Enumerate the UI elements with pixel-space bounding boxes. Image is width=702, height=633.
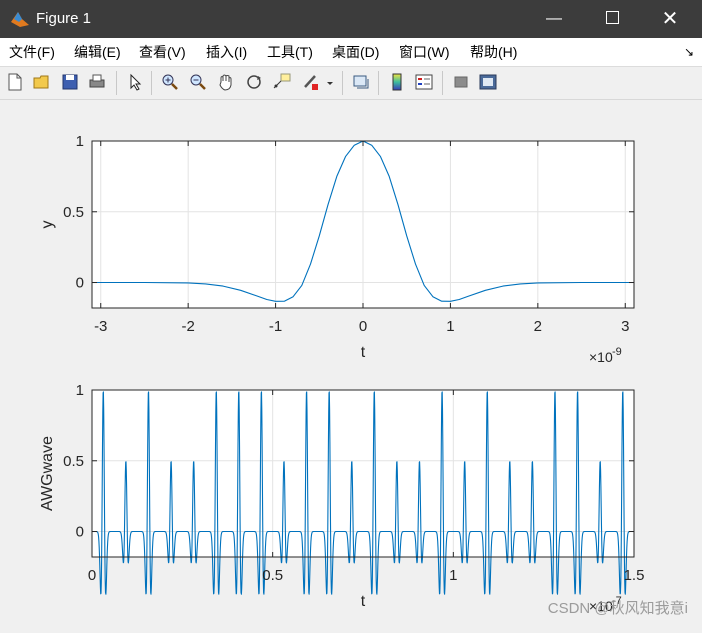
menu-view[interactable]: 查看(V) [139,44,186,60]
link-plot-icon[interactable] [351,72,371,92]
toolbar-separator [116,71,117,95]
pan-hand-icon[interactable] [216,72,236,92]
edit-plot-arrow-icon[interactable] [125,72,145,92]
show-plot-tools-icon[interactable] [478,72,498,92]
open-file-icon[interactable] [32,72,52,92]
top-y-axis-label: y [39,221,56,229]
insert-colorbar-icon[interactable] [387,72,407,92]
print-icon[interactable] [87,72,107,92]
top-y-tick-label: 0 [76,275,84,292]
menu-tools[interactable]: 工具(T) [267,44,313,60]
bottom-y-tick-label: 0 [76,524,84,541]
insert-legend-icon[interactable] [414,72,434,92]
minimize-button[interactable]: — [526,0,582,38]
zoom-out-icon[interactable] [188,72,208,92]
menu-insert[interactable]: 插入(I) [206,44,247,60]
top-x-tick-label: 3 [621,318,629,335]
maximize-button[interactable] [584,0,640,38]
brush-dropdown-icon[interactable] [324,72,336,92]
menu-edit[interactable]: 编辑(E) [74,44,121,60]
top-y-tick-label: 0.5 [63,204,84,221]
top-x-tick-label: 0 [359,318,367,335]
bottom-y-axis-label: AWGwave [39,436,56,511]
window-title: Figure 1 [36,10,92,27]
hide-plot-tools-icon[interactable] [451,72,471,92]
menu-window[interactable]: 窗口(W) [399,44,450,60]
top-x-exponent-power: -9 [612,346,622,358]
toolbar-separator [442,71,443,95]
bottom-x-axis-label: t [361,593,366,610]
top-x-axis-label: t [361,344,366,361]
figure-svg: -3 -2 -1 0 1 2 3 0 0.5 1 t y ×10 -9 0 0.5 1 1.5 0 0.5 1 t AWGw… [39,133,645,614]
bottom-x-tick-label: 1 [449,567,457,584]
matlab-logo-icon [11,12,29,27]
bottom-y-tick-label: 0.5 [63,453,84,470]
menu-help[interactable]: 帮助(H) [470,44,517,60]
menu-overflow-icon[interactable]: ↘ [684,45,694,59]
bottom-x-tick-label: 1.5 [624,567,645,584]
brush-icon[interactable] [300,72,320,92]
bottom-y-tick-label: 1 [76,382,84,399]
watermark-text: CSDN @秋风知我意i [547,600,688,617]
top-x-tick-label: -2 [181,318,194,335]
toolbar-separator [151,71,152,95]
top-x-exponent-base: ×10 [589,349,613,365]
bottom-x-tick-label: 0.5 [262,567,283,584]
menu-file[interactable]: 文件(F) [9,44,55,60]
data-cursor-icon[interactable] [272,72,292,92]
zoom-in-icon[interactable] [160,72,180,92]
close-button[interactable]: ✕ [642,0,698,38]
top-x-tick-label: 2 [534,318,542,335]
title-bar: Figure 1 — ✕ [0,0,702,38]
toolbar [0,67,702,100]
menu-desktop[interactable]: 桌面(D) [332,44,379,60]
save-icon[interactable] [60,72,80,92]
top-x-tick-label: -1 [269,318,282,335]
top-y-tick-label: 1 [76,133,84,150]
menu-bar: 文件(F) 编辑(E) 查看(V) 插入(I) 工具(T) 桌面(D) 窗口(W… [0,38,702,67]
toolbar-separator [378,71,379,95]
bottom-x-tick-label: 0 [88,567,96,584]
top-x-tick-label: 1 [446,318,454,335]
top-x-tick-label: -3 [94,318,107,335]
figure-canvas: -3 -2 -1 0 1 2 3 0 0.5 1 t y ×10 -9 0 0.5 1 1.5 0 0.5 1 t AWGw… [0,100,702,628]
new-figure-icon[interactable] [5,72,25,92]
maximize-icon [605,11,619,25]
rotate-3d-icon[interactable] [244,72,264,92]
toolbar-separator [342,71,343,95]
